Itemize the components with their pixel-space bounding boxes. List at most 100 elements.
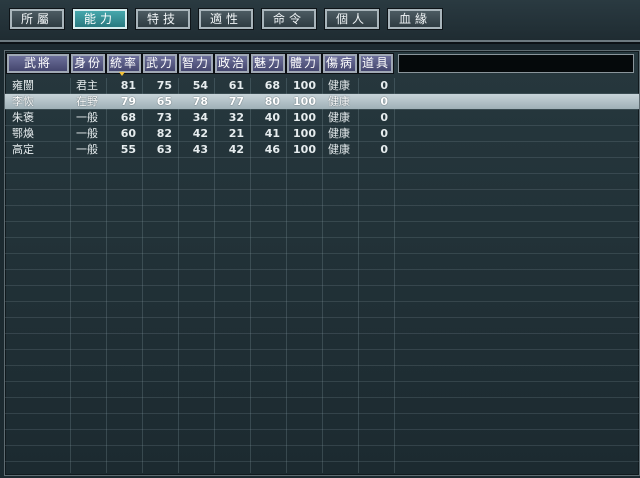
top-tab-bar: 所屬 能力 特技 適性 命令 個人 血緣	[0, 0, 640, 42]
intelligence-cell: 78	[192, 95, 208, 108]
injury-cell: 健康	[328, 143, 350, 156]
column-header-charisma[interactable]: 魅力	[250, 53, 286, 74]
row-divider	[5, 429, 639, 430]
injury-cell: 健康	[328, 127, 350, 140]
items-cell: 0	[380, 95, 388, 108]
row-divider	[5, 253, 639, 254]
leadership-cell: 79	[120, 95, 136, 108]
sort-indicator-icon	[119, 72, 125, 76]
row-divider	[5, 173, 639, 174]
column-header-leadership[interactable]: 統率	[106, 53, 142, 74]
items-cell: 0	[380, 143, 388, 156]
row-divider	[5, 189, 639, 190]
status-cell: 一般	[76, 127, 98, 140]
leadership-cell: 68	[120, 111, 136, 124]
table-header: 武將 身份 統率 武力 智力 政治 魅力 體力 傷病 道具	[5, 51, 639, 77]
war-cell: 65	[156, 95, 172, 108]
war-cell: 82	[156, 127, 172, 140]
row-divider	[5, 157, 639, 158]
injury-cell: 健康	[328, 111, 350, 124]
row-divider	[5, 205, 639, 206]
row-divider	[5, 397, 639, 398]
politics-cell: 42	[228, 143, 244, 156]
row-divider	[5, 413, 639, 414]
row-divider	[5, 301, 639, 302]
column-header-politics[interactable]: 政治	[214, 53, 250, 74]
table-row[interactable]: 雍闓 君主 81 75 54 61 68 100 健康 0	[5, 78, 639, 93]
row-divider	[5, 109, 639, 110]
column-header-war[interactable]: 武力	[142, 53, 178, 74]
row-divider	[5, 349, 639, 350]
row-divider	[5, 445, 639, 446]
items-cell: 0	[380, 111, 388, 124]
officer-name-cell: 朱褒	[12, 111, 34, 124]
officer-table-panel: 武將 身份 統率 武力 智力 政治 魅力 體力 傷病 道具 雍闓 君主 81 75 54…	[4, 50, 640, 476]
politics-cell: 61	[228, 79, 244, 92]
row-divider	[5, 93, 639, 94]
status-cell: 在野	[76, 95, 98, 108]
tab-ability[interactable]: 能力	[72, 8, 128, 30]
table-row[interactable]: 李恢 在野 79 65 78 77 80 100 健康 0	[5, 94, 639, 109]
politics-cell: 32	[228, 111, 244, 124]
table-row[interactable]: 高定 一般 55 63 43 42 46 100 健康 0	[5, 142, 639, 157]
column-header-officer[interactable]: 武將	[6, 53, 70, 74]
status-cell: 一般	[76, 143, 98, 156]
table-row[interactable]: 鄂煥 一般 60 82 42 21 41 100 健康 0	[5, 126, 639, 141]
war-cell: 63	[156, 143, 172, 156]
intelligence-cell: 42	[192, 127, 208, 140]
leadership-cell: 81	[120, 79, 136, 92]
injury-cell: 健康	[328, 95, 350, 108]
stamina-cell: 100	[293, 95, 316, 108]
politics-cell: 77	[228, 95, 244, 108]
charisma-cell: 40	[264, 111, 280, 124]
tab-orders[interactable]: 命令	[261, 8, 317, 30]
leadership-cell: 55	[120, 143, 136, 156]
column-header-items[interactable]: 道具	[358, 53, 394, 74]
stamina-cell: 100	[293, 127, 316, 140]
row-divider	[5, 141, 639, 142]
officer-name-cell: 李恢	[12, 95, 34, 108]
intelligence-cell: 43	[192, 143, 208, 156]
stamina-cell: 100	[293, 79, 316, 92]
tab-special-skills[interactable]: 特技	[135, 8, 191, 30]
column-header-intelligence[interactable]: 智力	[178, 53, 214, 74]
row-divider	[5, 269, 639, 270]
row-divider	[5, 125, 639, 126]
header-filler	[398, 54, 634, 73]
row-divider	[5, 381, 639, 382]
column-header-status[interactable]: 身份	[70, 53, 106, 74]
leadership-cell: 60	[120, 127, 136, 140]
tab-aptitude[interactable]: 適性	[198, 8, 254, 30]
row-divider	[5, 461, 639, 462]
row-divider	[5, 333, 639, 334]
items-cell: 0	[380, 79, 388, 92]
items-cell: 0	[380, 127, 388, 140]
charisma-cell: 80	[264, 95, 280, 108]
column-header-injury[interactable]: 傷病	[322, 53, 358, 74]
intelligence-cell: 54	[192, 79, 208, 92]
table-row[interactable]: 朱褒 一般 68 73 34 32 40 100 健康 0	[5, 110, 639, 125]
row-divider	[5, 365, 639, 366]
officer-name-cell: 鄂煥	[12, 127, 34, 140]
tab-bloodline[interactable]: 血緣	[387, 8, 443, 30]
politics-cell: 21	[228, 127, 244, 140]
officer-name-cell: 高定	[12, 143, 34, 156]
tab-affiliation[interactable]: 所屬	[9, 8, 65, 30]
row-divider	[5, 317, 639, 318]
officer-rows: 雍闓 君主 81 75 54 61 68 100 健康 0 李恢 在野 79 65 78 77 80 100 健康 0…	[5, 78, 639, 473]
tab-personal[interactable]: 個人	[324, 8, 380, 30]
charisma-cell: 46	[264, 143, 280, 156]
injury-cell: 健康	[328, 79, 350, 92]
intelligence-cell: 34	[192, 111, 208, 124]
officer-name-cell: 雍闓	[12, 79, 34, 92]
charisma-cell: 68	[264, 79, 280, 92]
row-divider	[5, 221, 639, 222]
stamina-cell: 100	[293, 111, 316, 124]
status-cell: 君主	[76, 79, 98, 92]
stamina-cell: 100	[293, 143, 316, 156]
row-divider	[5, 237, 639, 238]
war-cell: 75	[156, 79, 172, 92]
status-cell: 一般	[76, 111, 98, 124]
column-header-stamina[interactable]: 體力	[286, 53, 322, 74]
row-divider	[5, 285, 639, 286]
